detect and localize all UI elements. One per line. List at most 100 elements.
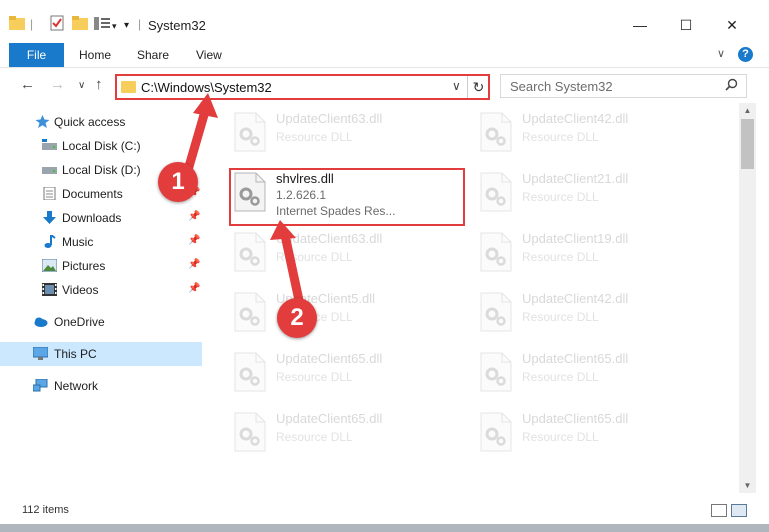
file-description: Resource DLL (522, 310, 599, 324)
sidebar-item-quick-access[interactable]: Quick access (0, 110, 202, 134)
help-icon[interactable]: ? (738, 47, 753, 62)
file-name: UpdateClient42.dll (522, 111, 629, 126)
explorer-window: | ▾ ▾ | System32 — ☐ ✕ File Home Share V… (0, 0, 769, 532)
view-list-icon[interactable] (94, 17, 110, 30)
status-bar: 112 items (0, 498, 769, 524)
close-button[interactable]: ✕ (709, 10, 755, 40)
forward-button[interactable]: → (50, 76, 65, 93)
minimize-button[interactable]: — (617, 10, 663, 40)
search-input[interactable]: Search System32 (510, 79, 613, 94)
file-description: Resource DLL (276, 430, 353, 444)
file-description: Resource DLL (276, 370, 353, 384)
navigation-bar: ← → ∨ ↑ C:\Windows\System32 ∨ ↻ Search S… (0, 68, 769, 102)
dll-file-icon (480, 292, 512, 332)
file-name: UpdateClient65.dll (522, 351, 629, 366)
file-tile[interactable]: UpdateClient65.dll Resource DLL (229, 346, 459, 402)
drive-icon (42, 167, 57, 174)
sidebar-item-videos[interactable]: Videos 📌 (0, 278, 202, 302)
documents-icon (43, 187, 56, 200)
ribbon-collapse-icon[interactable]: ∨ (717, 47, 725, 60)
address-bar[interactable]: C:\Windows\System32 ∨ ↻ (115, 74, 490, 100)
file-tile[interactable]: UpdateClient21.dll Resource DLL (475, 166, 705, 222)
music-icon (44, 235, 56, 248)
sidebar-item-onedrive[interactable]: OneDrive (0, 310, 202, 334)
vertical-scrollbar[interactable]: ▲ ▼ (739, 103, 756, 493)
address-path[interactable]: C:\Windows\System32 (141, 80, 272, 95)
details-view-icon[interactable] (711, 504, 727, 517)
tab-view[interactable]: View (196, 48, 222, 62)
scroll-down-arrow-icon[interactable]: ▼ (739, 478, 756, 493)
sidebar-item-music[interactable]: Music 📌 (0, 230, 202, 254)
dll-file-icon (234, 112, 266, 152)
separator: | (138, 17, 142, 31)
file-tile[interactable]: UpdateClient65.dll Resource DLL (475, 406, 705, 462)
search-icon[interactable] (725, 78, 738, 91)
pin-icon[interactable]: 📌 (188, 235, 200, 246)
sidebar-item-label: Music (62, 235, 94, 249)
network-icon (33, 379, 48, 392)
file-name: UpdateClient42.dll (522, 291, 629, 306)
dll-file-icon (480, 112, 512, 152)
desktop-strip (0, 524, 769, 532)
recent-locations-button[interactable]: ∨ (78, 80, 85, 91)
scroll-thumb[interactable] (741, 119, 754, 169)
file-tile[interactable]: UpdateClient5.dllResource DLL (229, 286, 459, 342)
scroll-up-arrow-icon[interactable]: ▲ (739, 103, 756, 118)
file-name: UpdateClient21.dll (522, 171, 629, 186)
sidebar-item-network[interactable]: Network (0, 374, 202, 398)
customize-toolbar-icon[interactable]: ▾ (124, 19, 129, 33)
sidebar-item-local-disk-c[interactable]: Local Disk (C:) (0, 134, 202, 158)
file-tile[interactable]: UpdateClient42.dll Resource DLL (475, 106, 705, 162)
file-tile[interactable]: UpdateClient63.dll Resource DLL (229, 106, 459, 162)
dll-file-icon (480, 232, 512, 272)
file-name: UpdateClient19.dll (522, 231, 629, 246)
item-count: 112 items (22, 504, 69, 516)
file-name: UpdateClient65.dll (276, 411, 383, 426)
pin-icon[interactable]: 📌 (188, 211, 200, 222)
title-bar: | ▾ ▾ | System32 — ☐ ✕ (0, 0, 769, 42)
videos-icon (42, 283, 57, 296)
star-icon (35, 115, 50, 128)
tab-file[interactable]: File (9, 43, 64, 67)
file-tile[interactable]: UpdateClient65.dll Resource DLL (475, 346, 705, 402)
new-folder-icon[interactable] (72, 16, 88, 30)
up-button[interactable]: ↑ (95, 76, 103, 93)
sidebar-item-label: Downloads (62, 211, 122, 225)
file-name: UpdateClient63.dll (276, 111, 383, 126)
back-button[interactable]: ← (20, 76, 35, 93)
file-tile[interactable]: UpdateClient42.dll Resource DLL (475, 286, 705, 342)
sidebar-item-label: Videos (62, 283, 99, 297)
refresh-button[interactable]: ↻ (467, 76, 489, 98)
sidebar-item-this-pc[interactable]: This PC (0, 342, 202, 366)
step-1-callout: 1 (158, 162, 198, 202)
quick-access-dropdown-icon[interactable]: ▾ (112, 19, 117, 33)
sidebar-item-label: Network (54, 379, 99, 393)
file-description: Resource DLL (276, 250, 353, 264)
sidebar-item-label: Quick access (54, 115, 126, 129)
sidebar-item-label: Local Disk (D:) (62, 163, 141, 177)
sidebar-item-downloads[interactable]: Downloads 📌 (0, 206, 202, 230)
highlight-box (229, 168, 465, 226)
pin-icon[interactable]: 📌 (188, 283, 200, 294)
tab-home[interactable]: Home (79, 48, 111, 62)
file-list[interactable]: UpdateClient63.dll Resource DLL shvlres.dl… (205, 103, 739, 493)
pin-icon[interactable]: 📌 (188, 259, 200, 270)
download-icon (43, 211, 56, 224)
file-tile[interactable]: UpdateClient63.dll Resource DLL (229, 226, 459, 282)
large-icons-view-icon[interactable] (731, 504, 747, 517)
sidebar-item-pictures[interactable]: Pictures 📌 (0, 254, 202, 278)
sidebar-item-label: Local Disk (C:) (62, 139, 141, 153)
sidebar-item-label: OneDrive (54, 315, 105, 329)
file-description: Resource DLL (522, 250, 599, 264)
tab-share[interactable]: Share (137, 48, 169, 62)
sidebar-item-label: This PC (54, 347, 97, 361)
file-description: Resource DLL (522, 430, 599, 444)
file-tile[interactable]: UpdateClient19.dll Resource DLL (475, 226, 705, 282)
file-tile[interactable]: UpdateClient65.dll Resource DLL (229, 406, 459, 462)
properties-check-icon[interactable] (50, 15, 64, 31)
maximize-button[interactable]: ☐ (663, 10, 709, 40)
search-box[interactable]: Search System32 (500, 74, 747, 98)
dll-file-icon (234, 412, 266, 452)
dll-file-icon (480, 352, 512, 392)
address-dropdown-icon[interactable]: ∨ (452, 79, 461, 93)
